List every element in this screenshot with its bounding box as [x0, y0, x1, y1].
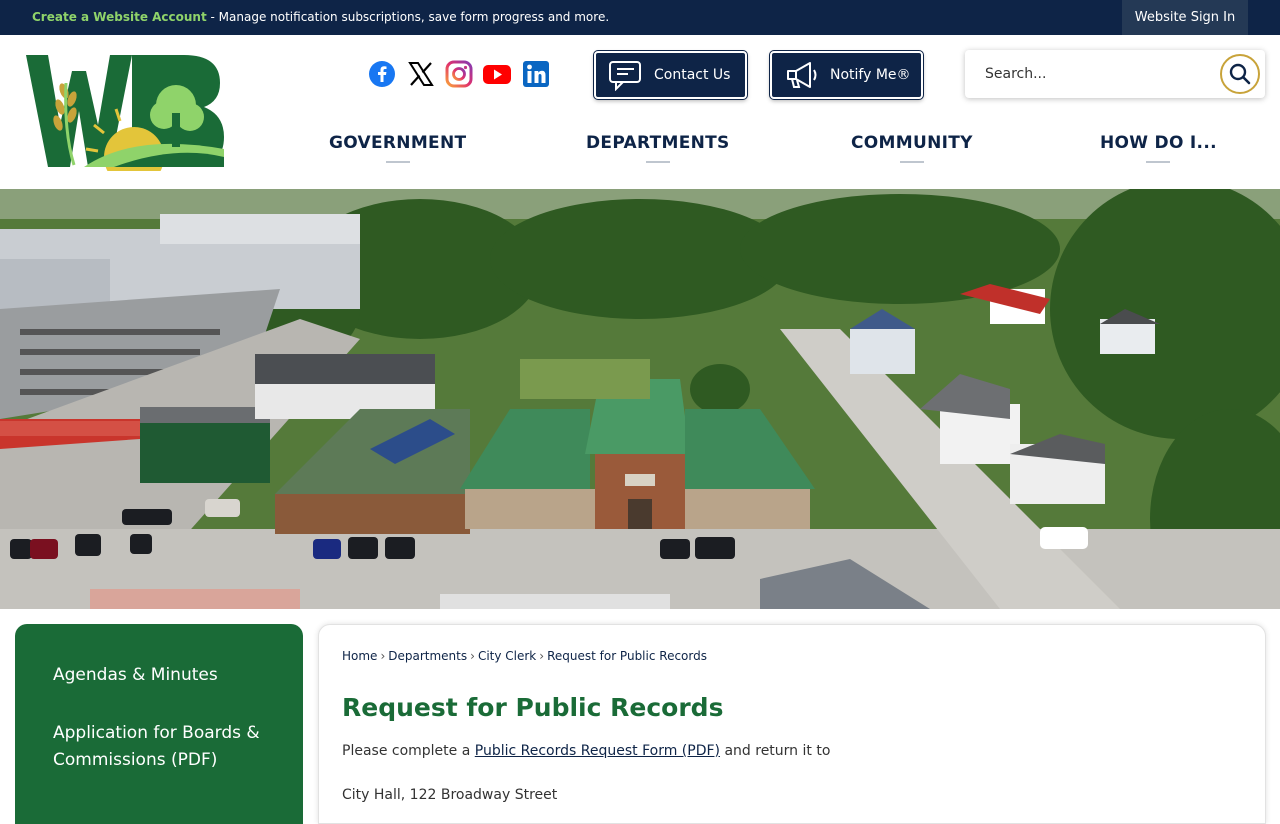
sidebar-item-boards-application[interactable]: Application for Boards & Commissions (PD…	[53, 720, 273, 774]
site-header: WB	[0, 35, 1280, 189]
nav-community-label: COMMUNITY	[851, 133, 973, 153]
x-icon[interactable]	[407, 60, 435, 88]
megaphone-icon	[787, 62, 817, 88]
breadcrumb-current: Request for Public Records	[547, 649, 707, 663]
nav-underline	[899, 161, 924, 163]
address-line: City Hall, 122 Broadway Street	[342, 787, 558, 803]
create-account-link[interactable]: Create a Website Account	[32, 10, 207, 24]
breadcrumb-home[interactable]: Home	[342, 649, 377, 663]
search-bar	[965, 50, 1265, 98]
notify-me-button[interactable]: Notify Me®	[770, 51, 923, 99]
nav-how-do-i-label: HOW DO I...	[1100, 133, 1217, 153]
nav-underline	[645, 161, 670, 163]
main-content: Home › Departments › City Clerk › Request for …	[318, 624, 1266, 824]
notify-me-label: Notify Me®	[830, 67, 911, 83]
nav-how-do-i[interactable]: HOW DO I...	[1100, 133, 1217, 163]
facebook-icon[interactable]	[368, 60, 396, 88]
nav-departments-label: DEPARTMENTS	[586, 133, 730, 153]
nav-underline	[1146, 161, 1171, 163]
sidebar-item-agendas-minutes[interactable]: Agendas & Minutes	[53, 662, 273, 689]
intro-prefix: Please complete a	[342, 743, 475, 759]
nav-departments[interactable]: DEPARTMENTS	[586, 133, 730, 163]
breadcrumb-departments[interactable]: Departments	[388, 649, 467, 663]
search-icon	[1229, 63, 1251, 85]
breadcrumb-city-clerk[interactable]: City Clerk	[478, 649, 536, 663]
website-sign-in-button[interactable]: Website Sign In	[1122, 0, 1248, 35]
instagram-icon[interactable]	[445, 60, 473, 88]
public-records-form-link[interactable]: Public Records Request Form (PDF)	[475, 743, 720, 759]
nav-government-label: GOVERNMENT	[329, 133, 467, 153]
chat-icon	[609, 61, 641, 91]
contact-us-label: Contact Us	[654, 67, 731, 83]
search-input[interactable]	[975, 58, 1215, 90]
search-button[interactable]	[1220, 54, 1260, 94]
nav-community[interactable]: COMMUNITY	[851, 133, 973, 163]
nav-government[interactable]: GOVERNMENT	[329, 133, 467, 163]
contact-us-button[interactable]: Contact Us	[594, 51, 747, 99]
intro-paragraph: Please complete a Public Records Request…	[342, 743, 830, 759]
nav-underline	[385, 161, 410, 163]
intro-suffix: and return it to	[720, 743, 831, 759]
linkedin-icon[interactable]	[522, 60, 550, 88]
page-title: Request for Public Records	[342, 693, 724, 722]
top-bar: Create a Website Account - Manage notifi…	[0, 0, 1280, 35]
breadcrumb: Home › Departments › City Clerk › Request for …	[342, 649, 707, 663]
youtube-icon[interactable]	[482, 60, 512, 88]
account-message: Create a Website Account - Manage notifi…	[32, 10, 609, 24]
account-message-text: - Manage notification subscriptions, sav…	[206, 10, 610, 24]
hero-aerial-image	[0, 189, 1280, 609]
wb-logo[interactable]: WB	[24, 53, 228, 171]
sidebar: Agendas & Minutes Application for Boards…	[15, 624, 303, 824]
